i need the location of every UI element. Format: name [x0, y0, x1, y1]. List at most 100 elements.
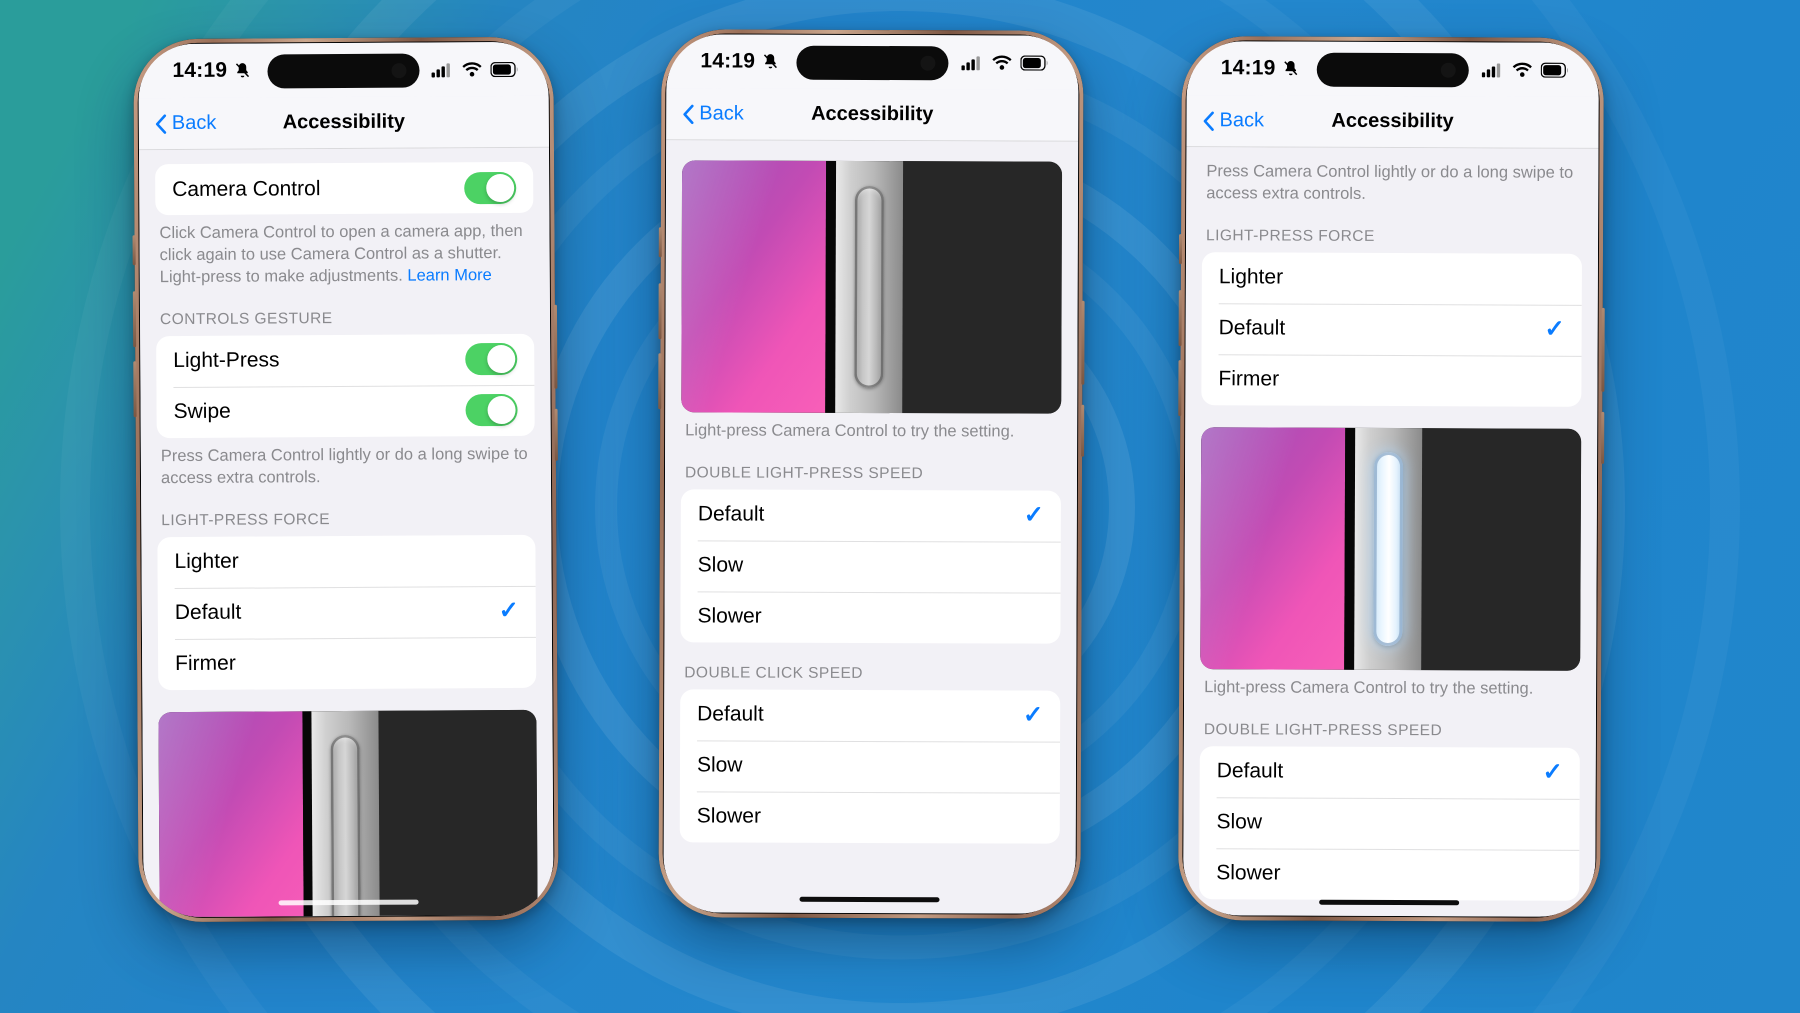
preview-camera-button: [1373, 452, 1404, 646]
section-header-light-press-force: LIGHT-PRESS FORCE: [1206, 227, 1375, 245]
settings-scroll-view-2[interactable]: Light-press Camera Control to try the se…: [663, 140, 1079, 914]
back-button[interactable]: Back: [1203, 109, 1264, 132]
home-indicator[interactable]: [1319, 899, 1460, 906]
battery-icon: [1020, 55, 1048, 71]
nav-bar: Back Accessibility: [666, 88, 1079, 142]
row-label: Camera Control: [172, 176, 321, 201]
mute-switch[interactable]: [658, 227, 662, 258]
controls-gesture-group: Light-Press Swipe: [156, 333, 535, 438]
volume-down-button[interactable]: [133, 361, 137, 418]
swipe-toggle[interactable]: [465, 394, 518, 427]
home-indicator[interactable]: [799, 896, 940, 903]
preview-footnote: Light-press Camera Control to try the se…: [685, 421, 1015, 441]
camera-control-toggle[interactable]: [464, 171, 517, 204]
double-click-speed-group: Default ✓ Slow Slower: [679, 689, 1061, 844]
settings-scroll-view-3[interactable]: Press Camera Control lightly or do a lon…: [1183, 147, 1599, 917]
volume-up-button[interactable]: [132, 291, 137, 348]
row-label: Firmer: [175, 651, 236, 676]
bell-slash-icon: [763, 54, 777, 69]
phone-screen-1: 14:19 Back Accessibility Camera Control …: [138, 41, 554, 918]
row-slower[interactable]: Slower: [1199, 848, 1579, 901]
camera-control-preview[interactable]: [681, 160, 1063, 414]
row-label: Firmer: [1218, 367, 1280, 391]
row-slow[interactable]: Slow: [1199, 797, 1579, 850]
home-indicator[interactable]: [278, 899, 419, 906]
row-slow[interactable]: Slow: [680, 740, 1060, 792]
cellular-bars-icon: [431, 63, 450, 78]
row-default[interactable]: Default ✓: [680, 689, 1060, 741]
checkmark-icon: ✓: [498, 597, 519, 625]
camera-control-group: Camera Control: [155, 161, 534, 216]
mute-switch[interactable]: [132, 235, 136, 266]
back-button[interactable]: Back: [155, 112, 217, 135]
double-light-press-speed-group: Default ✓ Slow Slower: [680, 489, 1061, 644]
row-firmer[interactable]: Firmer: [158, 637, 536, 690]
nav-bar: Back Accessibility: [1186, 95, 1599, 149]
preview-camera-button: [854, 186, 885, 388]
bell-slash-icon: [1283, 61, 1298, 76]
battery-icon: [490, 61, 518, 77]
preview-rail: [1354, 427, 1422, 671]
row-swipe[interactable]: Swipe: [156, 385, 534, 438]
status-bar-time: 14:19: [172, 58, 228, 83]
row-label: Default: [174, 600, 242, 625]
camera-control-preview[interactable]: [158, 709, 538, 918]
chevron-left-icon: [683, 104, 694, 124]
power-button[interactable]: [1601, 307, 1605, 392]
row-slow[interactable]: Slow: [681, 540, 1061, 592]
preview-photo: [681, 160, 827, 413]
row-label: Lighter: [1218, 265, 1284, 289]
section-header-double-click-speed: DOUBLE CLICK SPEED: [684, 664, 863, 682]
power-button[interactable]: [1081, 300, 1085, 385]
phone-screen-3: 14:19 Back Accessibility Press Camera Co…: [1183, 41, 1599, 917]
row-label: Slower: [1216, 861, 1281, 885]
row-lighter[interactable]: Lighter: [1202, 252, 1582, 305]
checkmark-icon: ✓: [1023, 701, 1044, 730]
volume-up-button[interactable]: [658, 283, 662, 340]
status-bar: 14:19: [666, 34, 1079, 90]
power-button[interactable]: [553, 304, 558, 389]
dynamic-island: [796, 45, 949, 81]
wifi-icon: [462, 62, 482, 77]
row-default[interactable]: Default ✓: [158, 586, 536, 639]
status-bar: 14:19: [1186, 41, 1599, 97]
row-slower[interactable]: Slower: [680, 591, 1060, 643]
dynamic-island: [1316, 52, 1469, 88]
row-firmer[interactable]: Firmer: [1201, 354, 1581, 407]
camera-control-button[interactable]: [1601, 411, 1605, 464]
preview-dark-area: [901, 161, 1063, 414]
camera-control-footnote: Click Camera Control to open a camera ap…: [139, 213, 549, 289]
row-camera-control[interactable]: Camera Control: [155, 162, 533, 215]
row-light-press[interactable]: Light-Press: [156, 334, 534, 387]
camera-control-button[interactable]: [1081, 404, 1085, 457]
row-label: Default: [1218, 316, 1286, 340]
learn-more-link[interactable]: Learn More: [407, 266, 491, 285]
status-bar-time: 14:19: [1220, 56, 1276, 80]
preview-dark-area: [1420, 428, 1582, 671]
row-label: Default: [697, 702, 764, 727]
row-lighter[interactable]: Lighter: [157, 535, 535, 588]
back-button[interactable]: Back: [682, 102, 744, 125]
wifi-icon: [1512, 62, 1532, 77]
volume-down-button[interactable]: [1178, 360, 1182, 417]
back-button-label: Back: [699, 102, 744, 125]
camera-control-button[interactable]: [554, 408, 558, 461]
volume-up-button[interactable]: [1178, 290, 1182, 347]
row-default[interactable]: Default ✓: [1200, 746, 1580, 799]
screenshot-stage: 14:19 Back Accessibility Camera Control …: [0, 0, 1800, 1013]
camera-control-preview[interactable]: [1200, 427, 1582, 671]
settings-scroll-view-1[interactable]: Camera Control Click Camera Control to o…: [138, 147, 554, 918]
preview-photo: [1200, 427, 1346, 670]
phone-mockup-3: 14:19 Back Accessibility Press Camera Co…: [1178, 36, 1605, 922]
volume-down-button[interactable]: [658, 353, 662, 410]
row-default[interactable]: Default ✓: [681, 489, 1061, 541]
mute-switch[interactable]: [1178, 234, 1183, 265]
light-press-toggle[interactable]: [465, 343, 518, 376]
checkmark-icon: ✓: [1023, 501, 1044, 530]
row-label: Slow: [696, 753, 743, 777]
row-label: Slow: [697, 553, 744, 577]
row-default[interactable]: Default ✓: [1202, 303, 1582, 356]
double-light-press-speed-group: Default ✓ Slow Slower: [1199, 745, 1580, 901]
row-slower[interactable]: Slower: [680, 791, 1060, 843]
chevron-left-icon: [1203, 111, 1214, 131]
